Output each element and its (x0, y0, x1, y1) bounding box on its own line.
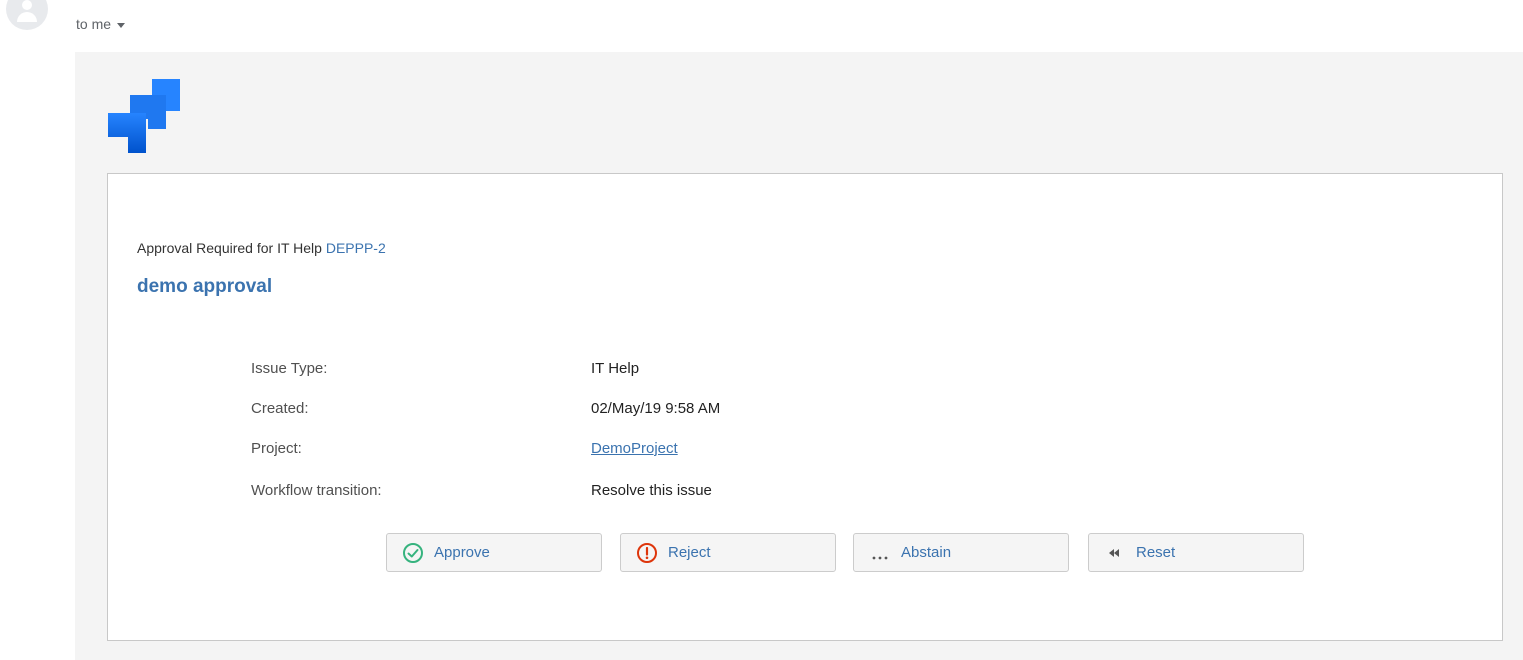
field-row-issue-type: Issue Type: IT Help (251, 360, 1151, 380)
ellipsis-icon (869, 542, 891, 564)
approve-button[interactable]: Approve (386, 533, 602, 572)
field-value: IT Help (591, 360, 640, 377)
field-label: Created: (251, 400, 309, 417)
abstain-label: Abstain (901, 544, 952, 561)
caret-down-icon[interactable] (117, 22, 126, 28)
reset-button[interactable]: Reset (1088, 533, 1304, 572)
field-label: Workflow transition: (251, 482, 382, 499)
check-circle-icon (402, 542, 424, 564)
sender-avatar[interactable] (6, 0, 48, 30)
jira-logo-icon (108, 79, 180, 153)
field-value: Resolve this issue (591, 482, 712, 499)
reset-label: Reset (1136, 544, 1176, 561)
field-row-project: Project: DemoProject (251, 440, 1151, 460)
approve-label: Approve (434, 544, 490, 561)
abstain-button[interactable]: Abstain (853, 533, 1069, 572)
issue-key-link[interactable]: DEPPP-2 (326, 240, 386, 256)
rewind-icon (1104, 542, 1126, 564)
avatar-shoulders-shape (17, 12, 37, 22)
email-body: Approval Required for IT Help DEPPP-2 de… (75, 52, 1523, 660)
approval-prefix-text: Approval Required for IT Help (137, 240, 322, 256)
issue-title-link[interactable]: demo approval (137, 276, 272, 298)
approval-required-line: Approval Required for IT Help DEPPP-2 (137, 240, 386, 256)
exclamation-circle-icon (636, 542, 658, 564)
field-label: Project: (251, 440, 302, 457)
field-value: 02/May/19 9:58 AM (591, 400, 721, 417)
recipient-label: to me (76, 16, 112, 32)
field-label: Issue Type: (251, 360, 328, 377)
email-view: to me Approval Required for IT Help DEPP… (0, 0, 1523, 660)
field-row-created: Created: 02/May/19 9:58 AM (251, 400, 1151, 420)
recipient-details-toggle[interactable]: to me (76, 16, 126, 32)
field-row-workflow-transition: Workflow transition: Resolve this issue (251, 482, 1151, 502)
approval-card: Approval Required for IT Help DEPPP-2 de… (107, 173, 1503, 641)
project-link[interactable]: DemoProject (591, 440, 678, 457)
reject-label: Reject (668, 544, 711, 561)
avatar-head-shape (22, 0, 32, 10)
reject-button[interactable]: Reject (620, 533, 836, 572)
